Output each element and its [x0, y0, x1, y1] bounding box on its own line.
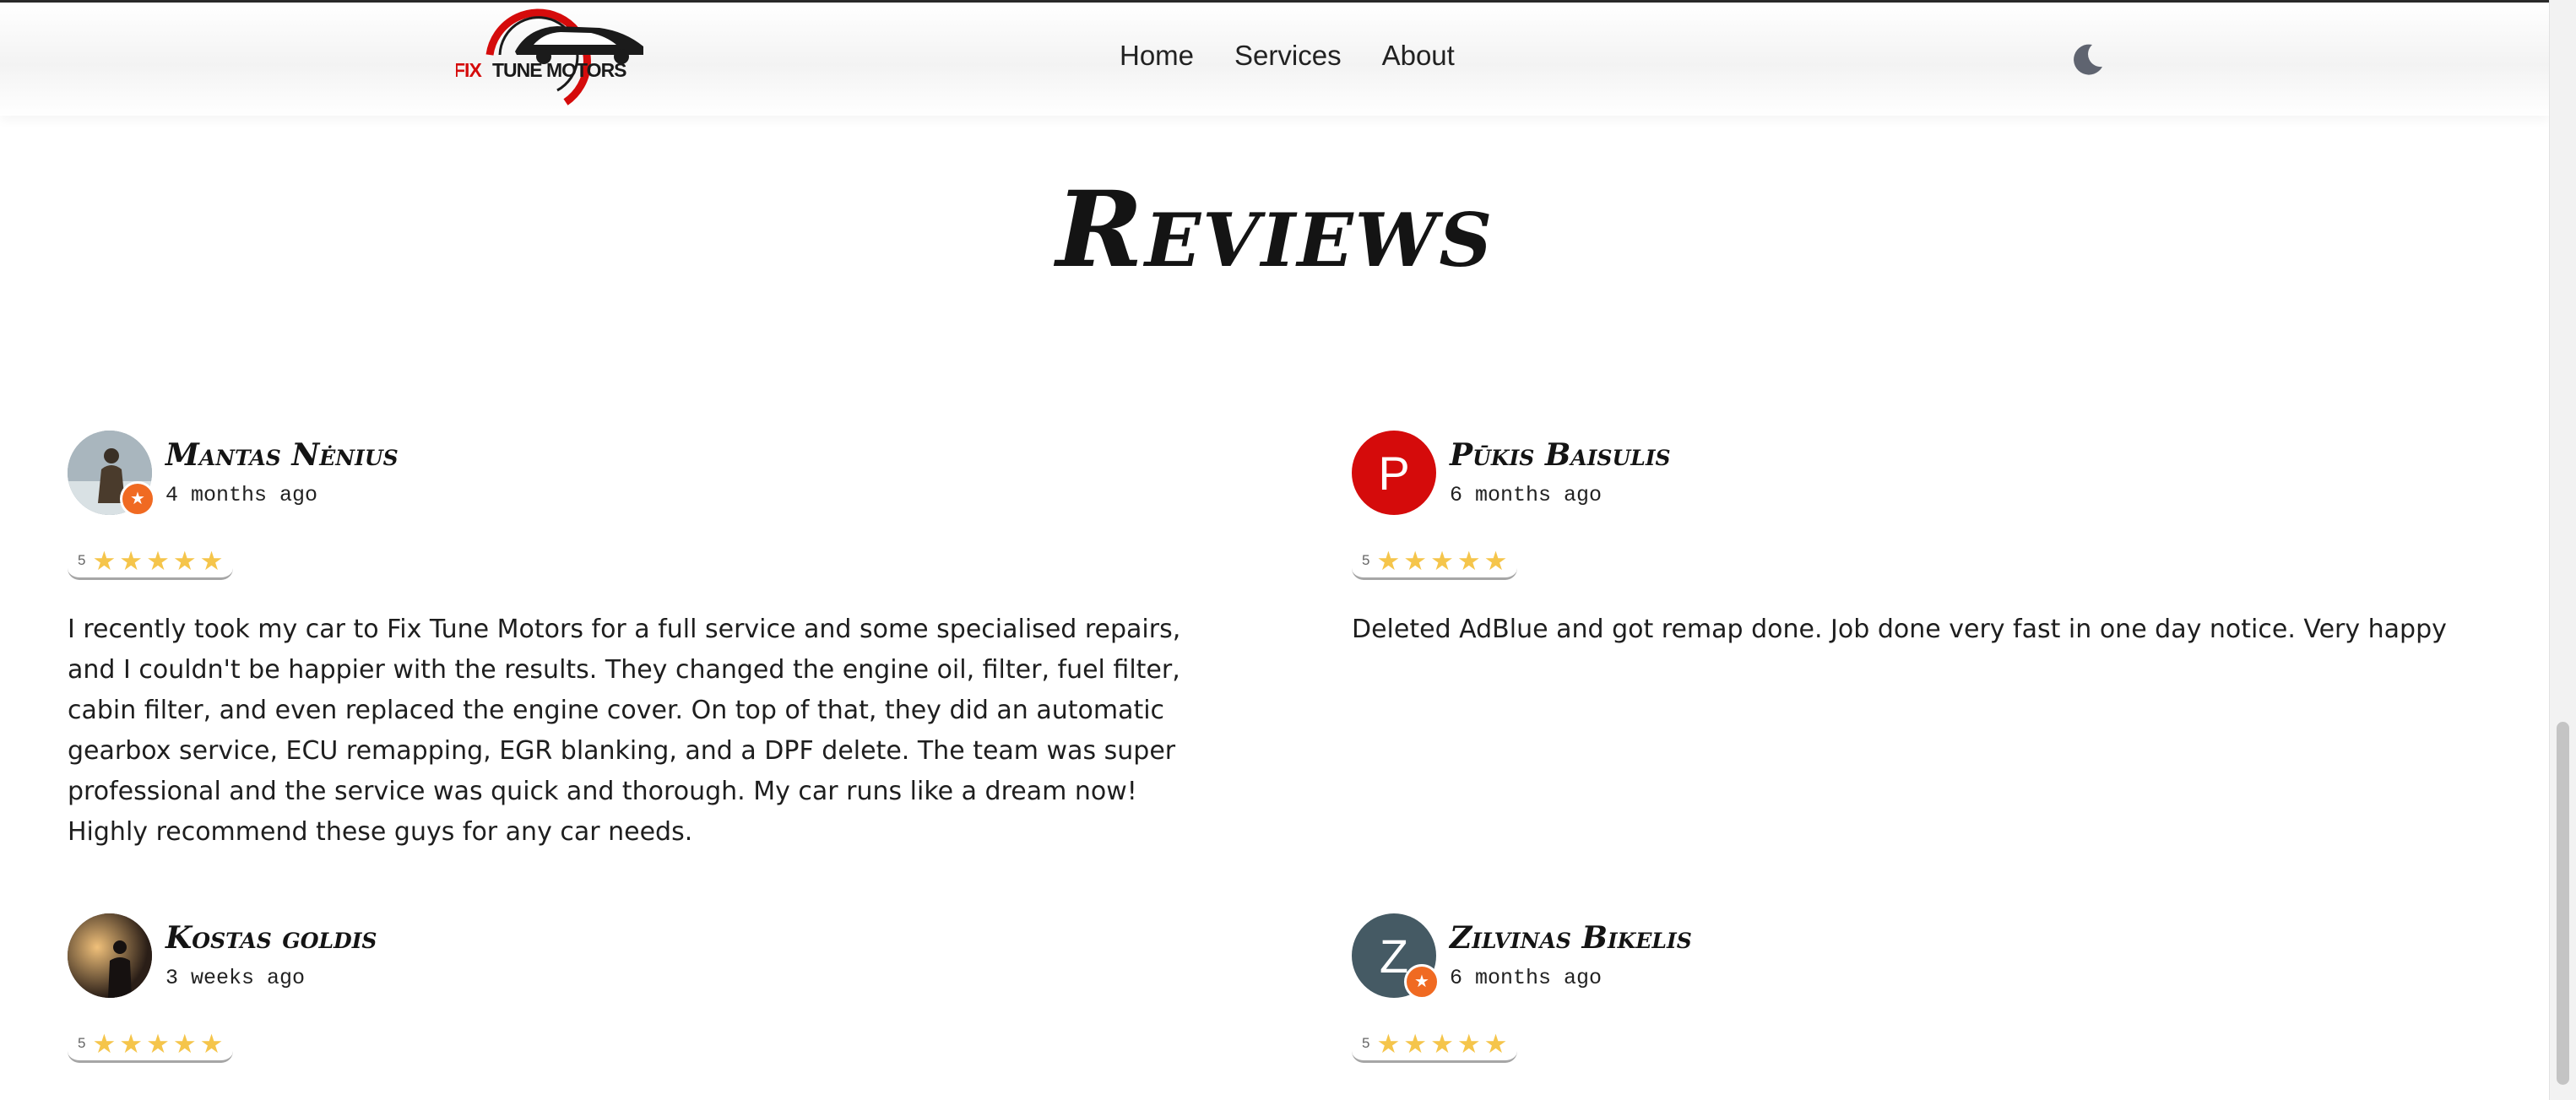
- nav-about[interactable]: About: [1382, 40, 1455, 72]
- moon-icon[interactable]: [2070, 41, 2106, 77]
- star-icon: ★: [172, 1028, 197, 1059]
- star-icon: ★: [199, 545, 224, 576]
- local-guide-badge-icon: ★: [1404, 964, 1440, 1000]
- star-icon: ★: [1456, 545, 1481, 576]
- svg-text:FIX: FIX: [456, 59, 482, 81]
- section-title: Reviews: [1055, 169, 1494, 291]
- main-nav: Home Services About: [1120, 40, 1455, 72]
- review-time: 6 months ago: [1450, 483, 1603, 507]
- avatar-letter: Z: [1379, 929, 1409, 983]
- reviewer-name: Zilvinas Bikelis: [1450, 920, 1692, 956]
- nav-services[interactable]: Services: [1234, 40, 1342, 72]
- reviewer-avatar: ★: [68, 431, 155, 517]
- rating-value: 5: [78, 552, 86, 568]
- star-icon: ★: [1403, 1028, 1428, 1059]
- review-text: I recently took my car to Fix Tune Motor…: [68, 615, 1181, 847]
- reviewer-name: Mantas Nėnius: [165, 437, 399, 473]
- nav-home[interactable]: Home: [1120, 40, 1194, 72]
- star-icon: ★: [1483, 1028, 1508, 1059]
- scrollbar-thumb[interactable]: [2557, 722, 2569, 1085]
- reviewer-avatar: [68, 913, 152, 998]
- star-icon: ★: [146, 1028, 170, 1059]
- star-icon: ★: [119, 1028, 144, 1059]
- fix-tune-motors-logo[interactable]: FIX TUNE MOTORS: [456, 3, 667, 112]
- reviewer-name: Kostas goldis: [165, 920, 377, 956]
- rating-value: 5: [1362, 552, 1370, 568]
- review-time: 6 months ago: [1450, 966, 1603, 990]
- reviewer-avatar: Z ★: [1352, 913, 1440, 1000]
- rating: 5 ★ ★ ★ ★ ★: [68, 1027, 233, 1063]
- reviewer-avatar: P: [1352, 431, 1436, 515]
- review-time: 3 weeks ago: [165, 966, 306, 990]
- star-icon: ★: [119, 545, 144, 576]
- star-icon: ★: [199, 1028, 224, 1059]
- svg-text:TUNE MOTORS: TUNE MOTORS: [492, 59, 626, 81]
- rating: 5 ★ ★ ★ ★ ★: [1352, 1027, 1517, 1063]
- star-icon: ★: [92, 1028, 117, 1059]
- star-icon: ★: [146, 545, 170, 576]
- review-time: 4 months ago: [165, 483, 318, 507]
- reviewer-photo: [68, 913, 152, 998]
- star-icon: ★: [1403, 545, 1428, 576]
- rating: 5 ★ ★ ★ ★ ★: [68, 544, 233, 580]
- star-icon: ★: [1430, 1028, 1454, 1059]
- review-text: Deleted AdBlue and got remap done. Job d…: [1352, 615, 2447, 644]
- site-header: FIX TUNE MOTORS Home Services About: [0, 3, 2550, 116]
- star-icon: ★: [92, 545, 117, 576]
- star-icon: ★: [1376, 1028, 1401, 1059]
- rating-value: 5: [1362, 1035, 1370, 1051]
- page-scrollbar[interactable]: [2549, 0, 2576, 1100]
- local-guide-badge-icon: ★: [120, 481, 155, 517]
- avatar-letter: P: [1378, 446, 1410, 500]
- star-icon: ★: [1456, 1028, 1481, 1059]
- star-icon: ★: [1376, 545, 1401, 576]
- star-icon: ★: [172, 545, 197, 576]
- star-icon: ★: [1430, 545, 1454, 576]
- rating: 5 ★ ★ ★ ★ ★: [1352, 544, 1517, 580]
- star-icon: ★: [1483, 545, 1508, 576]
- rating-value: 5: [78, 1035, 86, 1051]
- reviewer-name: Pūkis Baisulis: [1450, 437, 1671, 473]
